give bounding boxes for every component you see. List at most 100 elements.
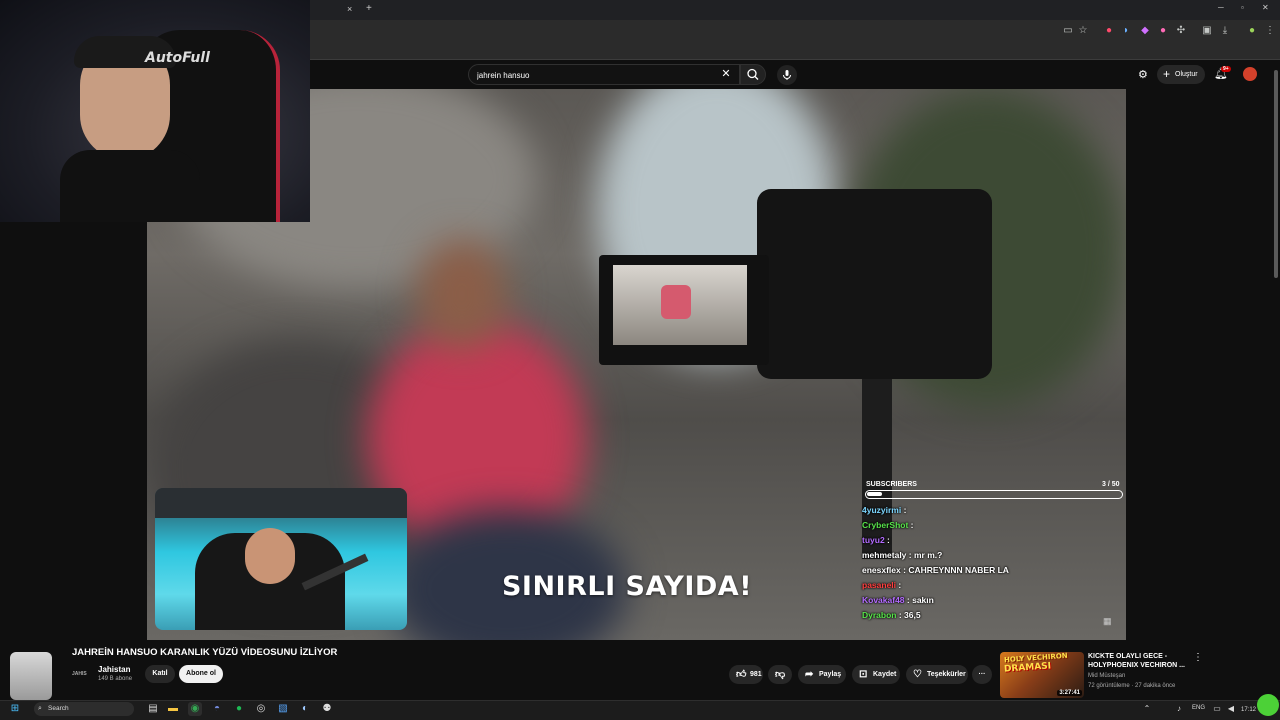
minimize-button[interactable]: ─: [1218, 3, 1224, 12]
save-label: Kaydet: [873, 671, 897, 678]
profile-icon[interactable]: ●: [1244, 23, 1260, 39]
discord-icon[interactable]: ◓: [210, 702, 224, 716]
camera-screen: [599, 255, 769, 365]
like-button[interactable]: 👍︎ 981: [729, 665, 763, 684]
steam-icon[interactable]: ◐: [298, 702, 312, 716]
menu-icon[interactable]: ⋮: [1262, 23, 1278, 39]
join-button[interactable]: Katıl: [145, 665, 175, 683]
thanks-button[interactable]: ♡ Teşekkürler: [906, 665, 968, 684]
notification-badge: 9+: [1221, 66, 1231, 72]
chat-username: Dyrabon: [862, 610, 897, 620]
chat-text: :: [887, 535, 890, 545]
create-button[interactable]: + Oluştur: [1157, 65, 1205, 84]
extension-icon[interactable]: ●: [1155, 23, 1171, 39]
extension-icon[interactable]: ◆: [1137, 23, 1153, 39]
close-icon[interactable]: ✕: [719, 67, 733, 81]
dislike-button[interactable]: 👎︎: [768, 665, 792, 684]
thumbs-down-icon: 👎︎: [775, 669, 786, 680]
chevron-up-icon[interactable]: ⌃: [1140, 702, 1154, 716]
page-scrollbar[interactable]: [1272, 60, 1280, 700]
chat-text: : mr m.?: [908, 550, 943, 560]
maximize-button[interactable]: ▫: [1241, 3, 1244, 12]
subscribers-progress-bar: [865, 490, 1123, 499]
avatar[interactable]: [1243, 67, 1257, 81]
chat-username: mehmetaly: [862, 550, 907, 560]
video-duration: 3:27:41: [1057, 690, 1082, 696]
recommended-thumbnail[interactable]: HOLY VECHIRON DRAMASI 3:27:41: [1000, 652, 1084, 698]
chat-message: mehmetaly : mr m.?: [862, 548, 1126, 563]
thumbnail-image: [10, 652, 52, 700]
close-window-button[interactable]: ✕: [1262, 3, 1269, 12]
download-icon[interactable]: ⤓: [1217, 23, 1233, 39]
reacted-streamer-webcam: [155, 488, 407, 630]
thanks-label: Teşekkürler: [927, 671, 966, 678]
subscribers-progress-fill: [867, 492, 882, 496]
task-view-icon[interactable]: ▤: [146, 702, 160, 716]
windows-start-icon[interactable]: ⊞: [8, 702, 22, 716]
chat-message: enesxflex : CAHREYNNN NABER LA: [862, 563, 1126, 578]
recommended-channel[interactable]: Mid Müsteşan: [1088, 673, 1125, 679]
channel-subscriber-count: 149 B abone: [98, 676, 133, 682]
more-actions-button[interactable]: ···: [972, 665, 992, 684]
chat-message: Kovakaf48 : sakın: [862, 593, 1126, 608]
mic-icon: [783, 70, 791, 80]
share-button[interactable]: ➦ Paylaş: [798, 665, 846, 684]
channel-avatar[interactable]: JAHIS: [72, 667, 92, 681]
search-input[interactable]: [477, 68, 697, 82]
voice-search-button[interactable]: [777, 65, 797, 85]
app-icon[interactable]: ⚉: [320, 702, 334, 716]
network-icon[interactable]: ▭: [1210, 702, 1224, 716]
streamer-webcam: AutoFull: [0, 0, 310, 222]
cast-icon[interactable]: ▭: [1060, 23, 1076, 39]
chat-username: enesxflex: [862, 565, 901, 575]
chat-message: pasaneli :: [862, 578, 1126, 593]
sidebar-icon[interactable]: ▣: [1199, 23, 1215, 39]
more-options-icon[interactable]: ⋮: [1193, 652, 1203, 663]
scroll-thumb[interactable]: [1274, 70, 1278, 278]
puzzle-icon[interactable]: ✣: [1173, 23, 1189, 39]
chat-text: : 36,5: [898, 610, 921, 620]
recommended-title[interactable]: KICKTE OLAYLI GECE - HOLYPHOENIX VECHIRO…: [1088, 652, 1188, 670]
chat-message: tuyu2 :: [862, 533, 1126, 548]
taskbar-search[interactable]: ⌕ Search: [34, 702, 134, 716]
chat-message: Dyrabon : 36,5: [862, 608, 1126, 623]
extension-icon[interactable]: ◗: [1118, 23, 1134, 39]
file-explorer-icon[interactable]: ▬: [166, 702, 180, 716]
extension-icon[interactable]: ●: [1101, 23, 1117, 39]
chat-username: CryberShot: [862, 520, 909, 530]
create-label: Oluştur: [1175, 71, 1198, 78]
chat-username: 4yuzyirmi: [862, 505, 902, 515]
search-button[interactable]: [740, 64, 766, 85]
chrome-icon[interactable]: ◉: [188, 702, 202, 716]
save-button[interactable]: ⊡ Kaydet: [852, 665, 900, 684]
mic-icon[interactable]: ♪: [1172, 702, 1186, 716]
new-tab-button[interactable]: +: [366, 3, 372, 14]
thumbs-up-icon: 👍︎: [736, 669, 747, 680]
chat-text: :: [903, 505, 907, 515]
channel-name[interactable]: Jahistan: [98, 665, 130, 674]
chat-text: : CAHREYNNN NABER LA: [903, 565, 1009, 575]
like-count: 981: [750, 671, 762, 678]
volume-icon[interactable]: ◀: [1224, 702, 1238, 716]
search-box[interactable]: ✕: [468, 64, 740, 85]
plus-icon: +: [1163, 67, 1171, 81]
chat-username: tuyu2: [862, 535, 885, 545]
mascot-icon: [1257, 694, 1279, 716]
subscribers-goal-count: 3 / 50: [1102, 481, 1120, 488]
chat-overlay: 4yuzyirmi : CryberShot : tuyu2 : mehmetaly …: [862, 503, 1126, 623]
star-icon[interactable]: ☆: [1075, 23, 1091, 39]
share-label: Paylaş: [819, 671, 842, 678]
app-icon[interactable]: ▧: [276, 702, 290, 716]
spotify-icon[interactable]: ●: [232, 702, 246, 716]
chat-text: :: [898, 580, 902, 590]
language-indicator[interactable]: ENG: [1192, 705, 1205, 711]
search-icon: [747, 68, 759, 80]
search-icon: ⌕: [38, 705, 42, 712]
share-icon: ➦: [805, 669, 814, 680]
subscribers-goal-label: SUBSCRIBERS: [866, 481, 917, 488]
chat-text: :: [910, 520, 914, 530]
tab-close-icon[interactable]: ×: [347, 4, 352, 14]
obs-icon[interactable]: ◎: [254, 702, 268, 716]
subscribe-button[interactable]: Abone ol: [179, 665, 223, 683]
gear-icon[interactable]: ⚙: [1138, 68, 1148, 81]
